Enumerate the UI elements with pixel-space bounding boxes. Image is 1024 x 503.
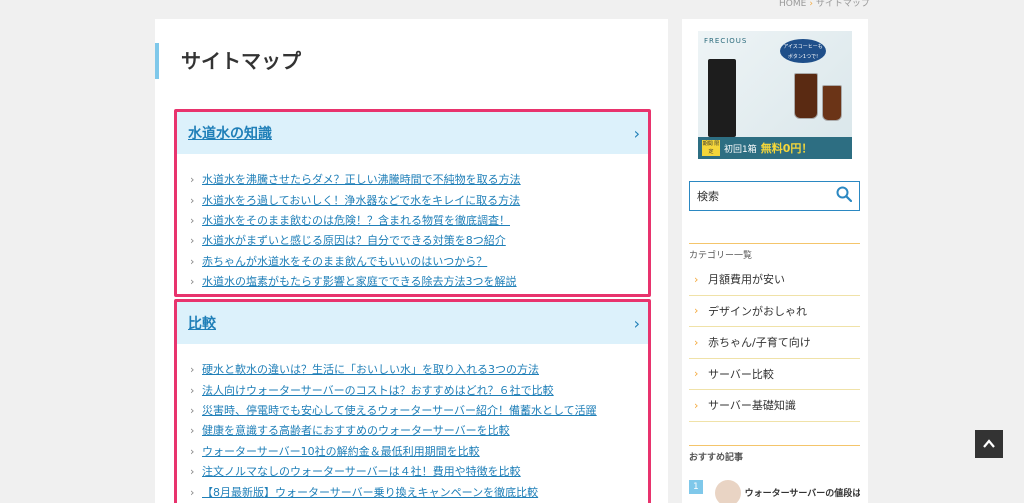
chevron-right-icon: ›	[694, 398, 699, 412]
link-list: › 水道水を沸騰させたらダメ？正しい沸騰時間で不純物を取る方法 › 水道水をろ過して…	[177, 154, 648, 292]
list-item: › 注文ノルマなしのウォーターサーバーは４社！費用や特徴を比較	[190, 462, 648, 482]
main-content: サイトマップ 水道水の知識 › › 水道水を沸騰させたらダメ？正しい沸騰時間で不純…	[155, 19, 668, 503]
list-item: › 水道水の塩素がもたらす影響と家庭でできる除去方法3つを解説	[190, 272, 648, 292]
category-label: 赤ちゃん/子育て向け	[708, 336, 811, 350]
iced-coffee-image	[794, 73, 818, 119]
chevron-right-icon: ›	[694, 335, 699, 349]
article-link[interactable]: 赤ちゃんが水道水をそのまま飲んでもいいのはいつから？	[202, 252, 487, 272]
water-server-image	[708, 59, 736, 137]
chevron-right-icon: ›	[190, 444, 195, 458]
list-item: › 硬水と軟水の違いは？生活に「おいしい水」を取り入れる3つの方法	[190, 360, 648, 380]
ad-bubble: アイスコーヒーも ボタン1つで!	[780, 39, 826, 63]
recommended-title: ウォーターサーバーの値段は	[744, 489, 860, 499]
back-to-top-button[interactable]	[975, 430, 1003, 458]
category-list: › 月額費用が安い › デザインがおしゃれ › 赤ちゃん/子育て向け › サーバー比較 …	[689, 264, 860, 422]
article-link[interactable]: 水道水を沸騰させたらダメ？正しい沸騰時間で不純物を取る方法	[202, 170, 521, 190]
category-label: 月額費用が安い	[708, 273, 785, 287]
category-label: サーバー基礎知識	[708, 399, 796, 413]
section-heading[interactable]: 水道水の知識	[188, 123, 272, 143]
article-link[interactable]: 水道水をろ過しておいしく！浄水器などで水をキレイに取る方法	[202, 191, 520, 211]
article-link[interactable]: 法人向けウォーターサーバーのコストは？おすすめはどれ？６社で比較	[202, 381, 554, 401]
chevron-right-icon: ›	[633, 313, 640, 333]
search-icon[interactable]	[836, 186, 853, 206]
search-box	[689, 181, 860, 211]
chevron-right-icon: ›	[190, 485, 195, 499]
ad-offer: 初回1箱	[724, 144, 757, 155]
chevron-right-icon: ›	[190, 424, 195, 438]
section-header[interactable]: 比較 ›	[177, 302, 648, 344]
chevron-right-icon: ›	[190, 173, 195, 187]
category-item[interactable]: › デザインがおしゃれ	[689, 296, 860, 327]
breadcrumb: HOME › サイトマップ	[779, 0, 870, 9]
list-item: › 水道水をそのまま飲むのは危険！？含まれる物質を徹底調査！	[190, 211, 648, 231]
article-link[interactable]: 健康を意識する高齢者におすすめのウォーターサーバーを比較	[202, 421, 510, 441]
category-item[interactable]: › 赤ちゃん/子育て向け	[689, 327, 860, 359]
article-link[interactable]: 【8月最新版】ウォーターサーバー乗り換えキャンペーンを徹底比較	[202, 483, 538, 503]
recommended-item[interactable]: 1 ウォーターサーバーの値段は	[689, 480, 860, 503]
article-link[interactable]: 災害時、停電時でも安心して使えるウォーターサーバー紹介！備蓄水として活躍	[202, 401, 597, 421]
article-link[interactable]: 水道水がまずいと感じる原因は？自分でできる対策を8つ紹介	[202, 231, 506, 251]
link-list: › 硬水と軟水の違いは？生活に「おいしい水」を取り入れる3つの方法 › 法人向けウォ…	[177, 344, 648, 503]
article-link[interactable]: 注文ノルマなしのウォーターサーバーは４社！費用や特徴を比較	[202, 462, 521, 482]
breadcrumb-home[interactable]: HOME	[779, 0, 806, 9]
page-title: サイトマップ	[155, 43, 301, 79]
section-header[interactable]: 水道水の知識 ›	[177, 112, 648, 154]
list-item: › 赤ちゃんが水道水をそのまま飲んでもいいのはいつから？	[190, 252, 648, 272]
list-item: › 水道水を沸騰させたらダメ？正しい沸騰時間で不純物を取る方法	[190, 170, 648, 190]
list-item: › 水道水をろ過しておいしく！浄水器などで水をキレイに取る方法	[190, 190, 648, 210]
category-item[interactable]: › サーバー基礎知識	[689, 390, 860, 422]
chevron-right-icon: ›	[190, 465, 195, 479]
category-item[interactable]: › 月額費用が安い	[689, 264, 860, 296]
chevron-right-icon: ›	[190, 193, 195, 207]
sitemap-section-water-knowledge: 水道水の知識 › › 水道水を沸騰させたらダメ？正しい沸騰時間で不純物を取る方法 …	[174, 109, 651, 297]
rank-badge: 1	[689, 480, 703, 494]
section-heading[interactable]: 比較	[188, 313, 216, 333]
chevron-right-icon: ›	[190, 234, 195, 248]
iced-coffee-image	[822, 85, 842, 121]
list-item: › 法人向けウォーターサーバーのコストは？おすすめはどれ？６社で比較	[190, 380, 648, 400]
list-item: › 水道水がまずいと感じる原因は？自分でできる対策を8つ紹介	[190, 231, 648, 251]
sidebar: FRECIOUS アイスコーヒーも ボタン1つで! 期間 限定 初回1箱 無料0…	[682, 19, 868, 503]
chevron-right-icon: ›	[190, 363, 195, 377]
ad-offer-bar: 期間 限定 初回1箱 無料0円！	[698, 137, 852, 159]
breadcrumb-separator-icon: ›	[809, 0, 813, 9]
chevron-right-icon: ›	[694, 272, 699, 286]
sitemap-section-comparison: 比較 › › 硬水と軟水の違いは？生活に「おいしい水」を取り入れる3つの方法 › 法…	[174, 299, 651, 503]
breadcrumb-current: サイトマップ	[815, 0, 870, 9]
chevron-right-icon: ›	[190, 403, 195, 417]
chevron-right-icon: ›	[694, 367, 699, 381]
article-link[interactable]: ウォーターサーバー10社の解約金＆最低利用期間を比較	[202, 442, 480, 462]
list-item: › 健康を意識する高齢者におすすめのウォーターサーバーを比較	[190, 421, 648, 441]
categories-heading: カテゴリー一覧	[689, 243, 860, 261]
ad-tag: 期間 限定	[702, 140, 720, 156]
category-label: デザインがおしゃれ	[708, 304, 807, 318]
ad-banner[interactable]: FRECIOUS アイスコーヒーも ボタン1つで! 期間 限定 初回1箱 無料0…	[698, 31, 852, 159]
chevron-up-icon	[983, 439, 995, 448]
article-thumbnail	[714, 480, 741, 503]
ad-offer-free: 無料0円！	[760, 142, 813, 155]
list-item: › ウォーターサーバー10社の解約金＆最低利用期間を比較	[190, 442, 648, 462]
article-link[interactable]: 水道水をそのまま飲むのは危険！？含まれる物質を徹底調査！	[202, 211, 510, 231]
recommended-heading: おすすめ記事	[689, 445, 860, 463]
chevron-right-icon: ›	[633, 123, 640, 143]
category-item[interactable]: › サーバー比較	[689, 359, 860, 390]
list-item: › 【8月最新版】ウォーターサーバー乗り換えキャンペーンを徹底比較	[190, 482, 648, 502]
article-link[interactable]: 硬水と軟水の違いは？生活に「おいしい水」を取り入れる3つの方法	[202, 360, 539, 380]
chevron-right-icon: ›	[694, 304, 699, 318]
article-link[interactable]: 水道水の塩素がもたらす影響と家庭でできる除去方法3つを解説	[202, 272, 517, 292]
chevron-right-icon: ›	[190, 275, 195, 289]
ad-brand: FRECIOUS	[704, 37, 748, 45]
chevron-right-icon: ›	[190, 213, 195, 227]
chevron-right-icon: ›	[190, 383, 195, 397]
list-item: › 災害時、停電時でも安心して使えるウォーターサーバー紹介！備蓄水として活躍	[190, 401, 648, 421]
search-input[interactable]	[697, 189, 817, 203]
chevron-right-icon: ›	[190, 254, 195, 268]
category-label: サーバー比較	[708, 367, 774, 381]
